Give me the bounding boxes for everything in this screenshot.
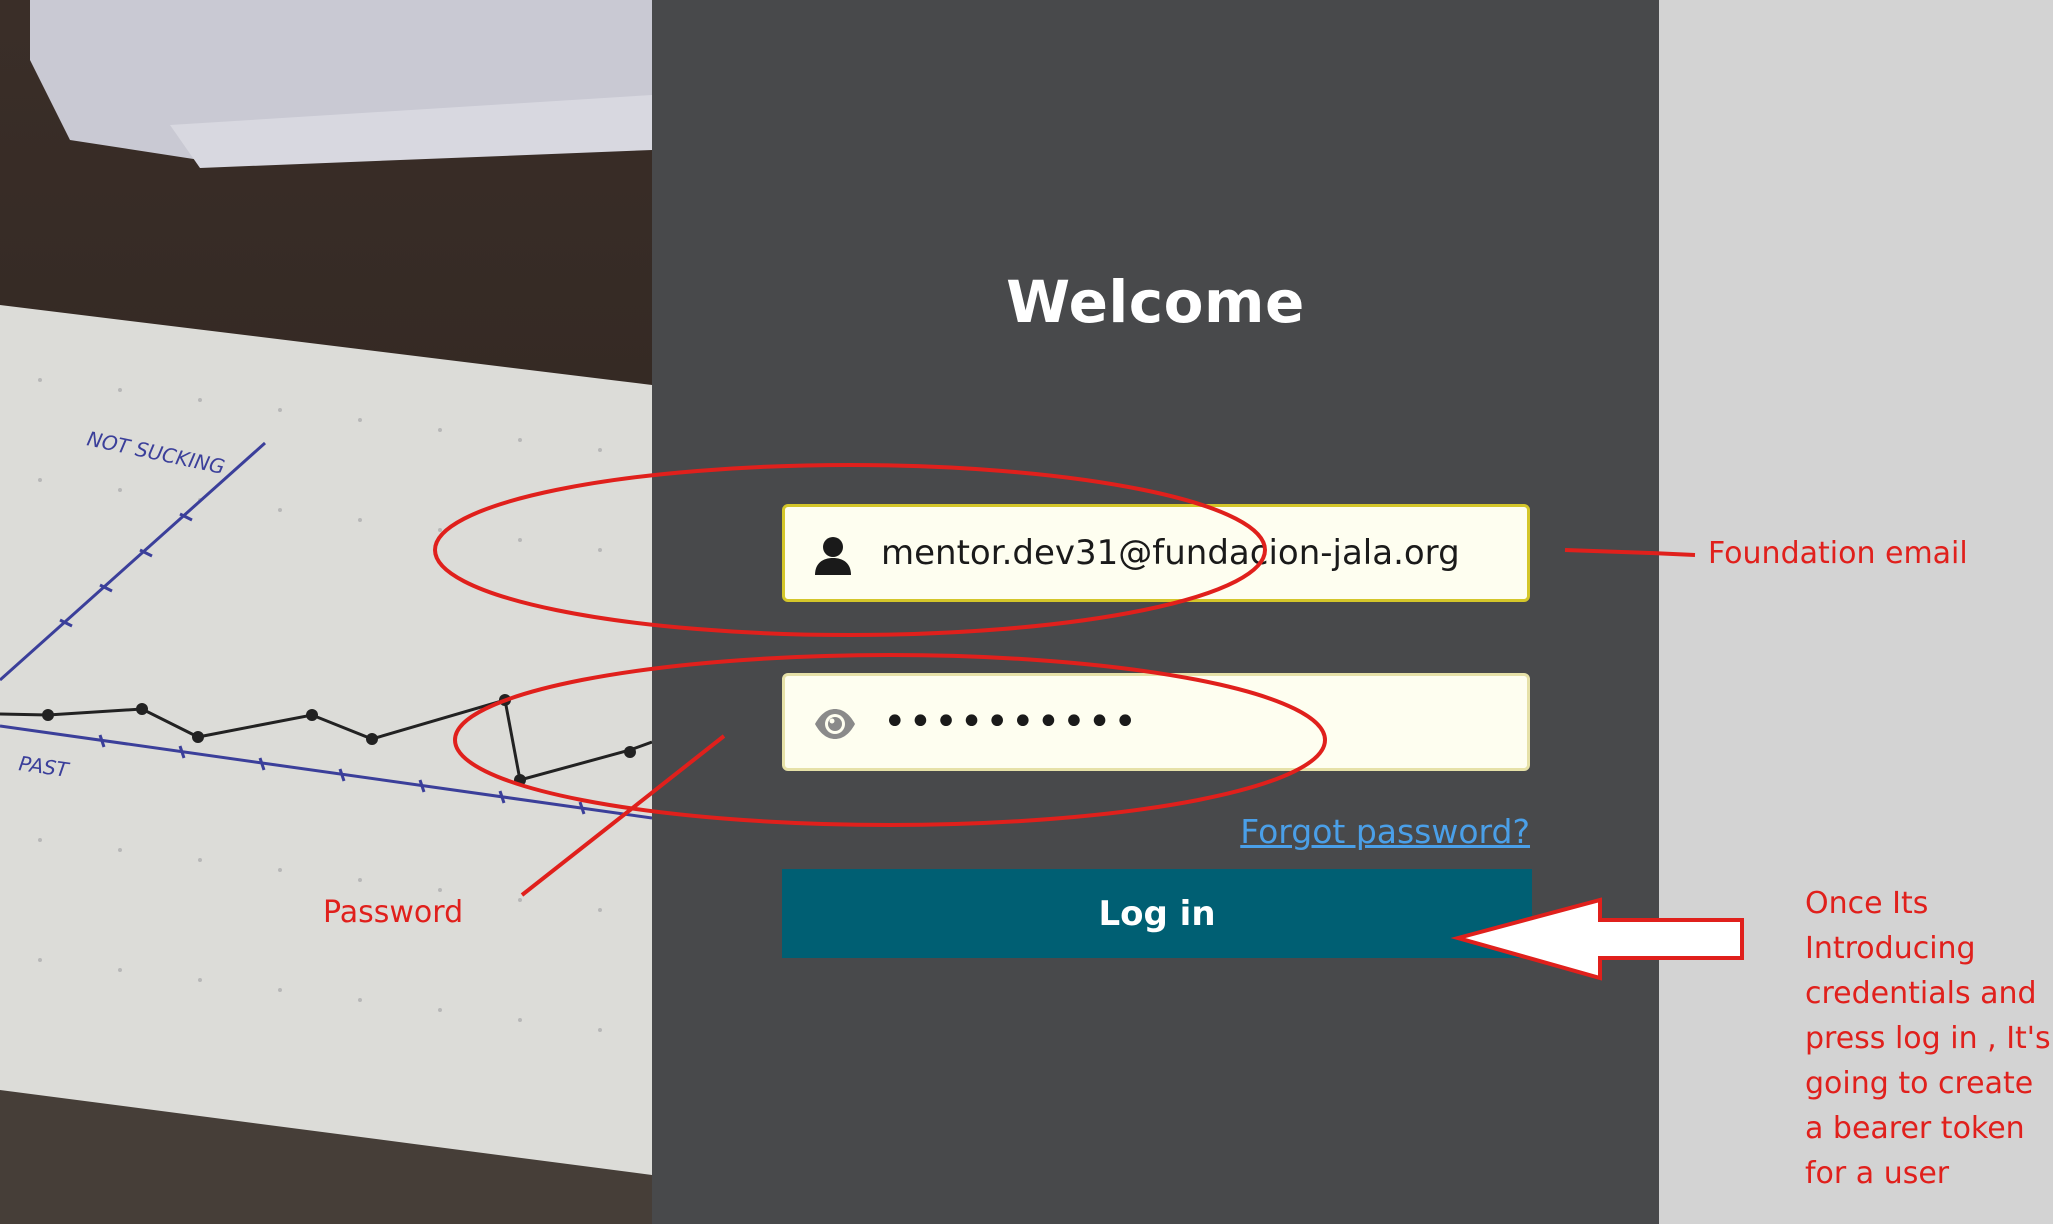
note-line: for a user: [1805, 1156, 1950, 1191]
login-arrow: [1450, 897, 1744, 981]
password-highlight-ellipse: [453, 653, 1327, 827]
note-line: Introducing: [1805, 931, 1976, 966]
note-line: a bearer token: [1805, 1111, 2025, 1146]
note-line: credentials and: [1805, 976, 2037, 1011]
login-note-annotation: Once Its Introducing credentials and pre…: [1805, 881, 2051, 1196]
password-annotation: Password: [323, 895, 464, 930]
email-highlight-ellipse: [433, 463, 1267, 637]
note-line: press log in , It's: [1805, 1021, 2051, 1056]
note-line: Once Its: [1805, 886, 1929, 921]
login-screen: NOT SUCKING PAST Welcome mentor.dev31@fu…: [0, 0, 2053, 1224]
email-annotation: Foundation email: [1708, 536, 1968, 571]
annotation-overlay: [433, 463, 1744, 981]
email-connector-line: [1564, 548, 1696, 557]
note-line: going to create: [1805, 1066, 2034, 1101]
